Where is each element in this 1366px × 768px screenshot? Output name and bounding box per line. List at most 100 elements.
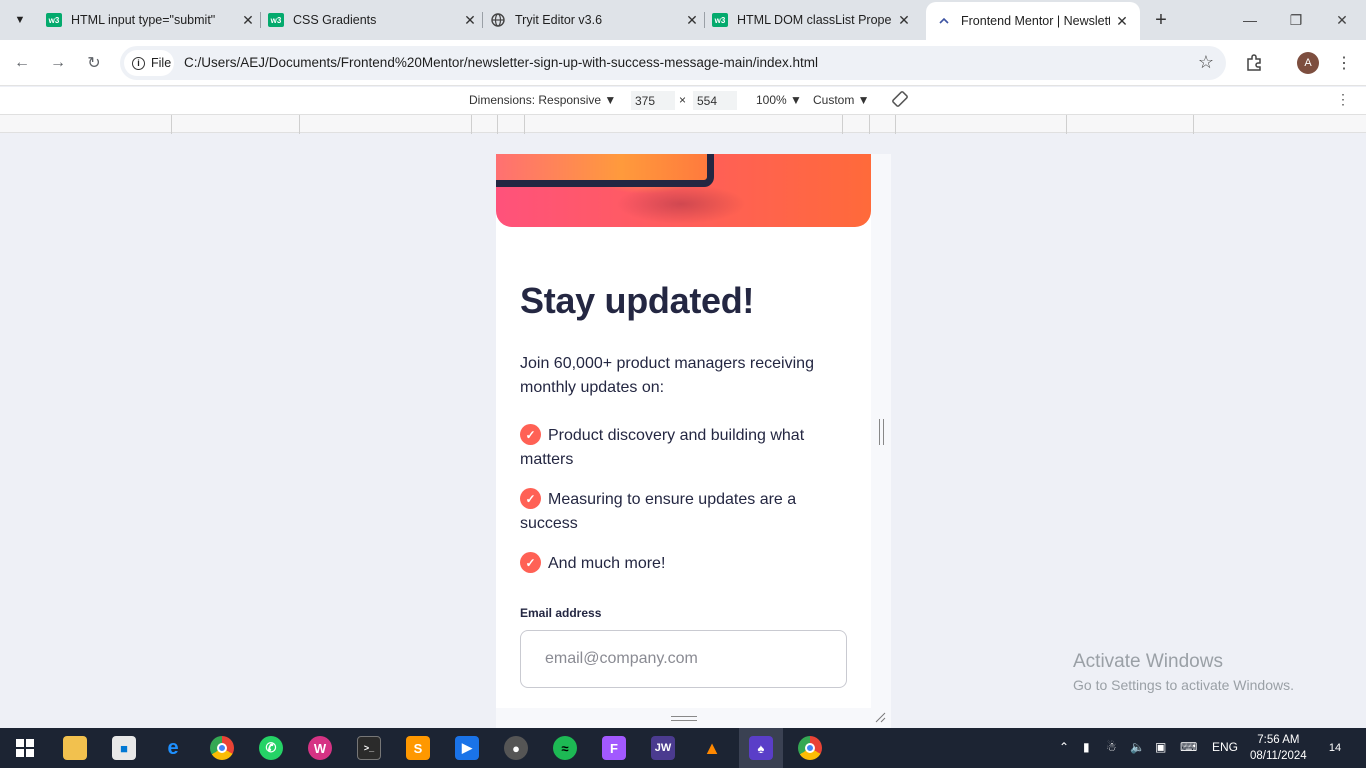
browser-menu-kebab-icon[interactable]: ⋮ (1333, 52, 1355, 74)
tab-css-gradients[interactable]: w3 CSS Gradients ✕ (268, 6, 478, 34)
notifications-icon[interactable]: 14 (1324, 738, 1346, 758)
benefits-list: ✓ Product discovery and building what ma… (520, 424, 840, 592)
show-hidden-icons-chevron-up-icon[interactable]: ⌃ (1059, 740, 1069, 754)
dimension-times: × (679, 93, 687, 107)
back-arrow-icon[interactable]: ← (11, 52, 33, 74)
email-label: Email address (520, 606, 602, 620)
hero-illustration (496, 154, 871, 227)
notification-count: 14 (1328, 742, 1342, 754)
w3schools-icon: w3 (268, 12, 284, 28)
benefit-text: Product discovery and building what matt… (520, 427, 805, 468)
tab-frontend-mentor[interactable]: Frontend Mentor | Newslette ✕ (926, 2, 1140, 40)
viewport-corner-resize-handle[interactable] (874, 711, 888, 725)
close-icon[interactable]: ✕ (896, 12, 912, 28)
music-app-icon[interactable]: ● (504, 736, 528, 760)
security-icon[interactable]: ▣ (1155, 740, 1166, 754)
tab-title: Frontend Mentor | Newslette (961, 14, 1110, 28)
spotify-icon[interactable]: ≈ (553, 736, 577, 760)
globe-icon (490, 12, 506, 28)
newsletter-page: Stay updated! Join 60,000+ product manag… (496, 154, 871, 708)
tab-html-input-submit[interactable]: w3 HTML input type="submit" ✕ (46, 6, 256, 34)
viewport-width-resize-handle[interactable] (879, 419, 884, 445)
site-info-chip[interactable]: i File (124, 50, 174, 76)
frontend-mentor-icon (936, 13, 952, 29)
tab-strip: ▼ w3 HTML input type="submit" ✕ w3 CSS G… (0, 0, 1366, 40)
tab-separator (260, 12, 261, 28)
chrome-icon[interactable] (210, 736, 234, 760)
height-input[interactable] (693, 91, 737, 110)
tab-separator (704, 12, 705, 28)
battery-icon[interactable]: ▮ (1083, 740, 1090, 754)
device-toolbar-more-icon[interactable]: ⋮ (1336, 91, 1350, 108)
list-item: ✓ Product discovery and building what ma… (520, 424, 840, 472)
close-icon[interactable]: ✕ (240, 12, 256, 28)
whatsapp-icon[interactable]: ✆ (259, 736, 283, 760)
microsoft-store-icon[interactable]: ■ (112, 736, 136, 760)
browser-toolbar: ← → ↻ i File C:/Users/AEJ/Documents/Fron… (0, 40, 1366, 86)
close-icon[interactable]: ✕ (1114, 13, 1130, 29)
check-icon: ✓ (520, 488, 541, 509)
restore-icon[interactable]: ❐ (1284, 8, 1308, 32)
viewport-height-resize-handle[interactable] (671, 716, 697, 721)
device-toolbar: Dimensions: Responsive ▼ × 100% ▼ Custom… (0, 87, 1366, 114)
benefit-text: And much more! (548, 555, 666, 572)
tab-title: Tryit Editor v3.6 (515, 13, 603, 27)
clock[interactable]: 7:56 AM 08/11/2024 (1250, 732, 1307, 764)
bookmark-star-icon[interactable]: ☆ (1198, 52, 1214, 73)
forward-arrow-icon[interactable]: → (47, 52, 69, 74)
vlc-icon[interactable]: ▲ (700, 736, 724, 760)
w3schools-icon: w3 (712, 12, 728, 28)
language-indicator[interactable]: ENG (1212, 740, 1238, 754)
window-close-icon[interactable]: ✕ (1330, 8, 1354, 32)
close-icon[interactable]: ✕ (684, 12, 700, 28)
rotate-icon[interactable] (891, 90, 909, 111)
check-icon: ✓ (520, 552, 541, 573)
benefit-text: Measuring to ensure updates are a succes… (520, 491, 797, 532)
volume-icon[interactable]: 🔈 (1130, 740, 1145, 754)
activate-windows-watermark: Activate Windows Go to Settings to activ… (1073, 651, 1294, 693)
active-app-icon[interactable]: ♠ (749, 736, 773, 760)
network-icon[interactable]: ☃ (1106, 740, 1117, 754)
list-item: ✓ And much more! (520, 552, 840, 576)
terminal-icon[interactable]: >_ (357, 736, 381, 760)
windows-taskbar: ■ e ✆ W >_ S ▶ ● ≈ F JW ▲ ♠ ⌃ ▮ ☃ 🔈 ▣ ⌨ … (0, 728, 1366, 768)
tab-separator (482, 12, 483, 28)
date-text: 08/11/2024 (1250, 750, 1307, 762)
time-text: 7:56 AM (1257, 734, 1300, 746)
profile-avatar[interactable]: A (1297, 52, 1319, 74)
watermark-subtitle: Go to Settings to activate Windows. (1073, 677, 1294, 693)
sublime-text-icon[interactable]: S (406, 736, 430, 760)
check-icon: ✓ (520, 424, 541, 445)
throttle-select[interactable]: Custom ▼ (813, 93, 870, 107)
file-explorer-icon[interactable] (63, 736, 87, 760)
url-text[interactable]: C:/Users/AEJ/Documents/Frontend%20Mentor… (184, 55, 818, 70)
edge-browser-icon[interactable]: e (161, 736, 185, 760)
file-chip-label: File (151, 56, 172, 70)
w3schools-icon: w3 (46, 12, 62, 28)
address-bar[interactable]: i File C:/Users/AEJ/Documents/Frontend%2… (120, 46, 1226, 80)
jw-library-icon[interactable]: JW (651, 736, 675, 760)
media-player-icon[interactable]: ▶ (455, 736, 479, 760)
dimensions-select[interactable]: Dimensions: Responsive ▼ (469, 93, 616, 107)
wps-office-icon[interactable]: W (308, 736, 332, 760)
tab-title: CSS Gradients (293, 13, 377, 27)
tab-html-dom-classlist[interactable]: w3 HTML DOM classList Propert ✕ (712, 6, 912, 34)
tab-title: HTML DOM classList Propert (737, 13, 892, 27)
email-field[interactable] (520, 630, 847, 688)
figma-icon[interactable]: F (602, 736, 626, 760)
page-title: Stay updated! (520, 280, 755, 321)
intro-text: Join 60,000+ product managers receiving … (520, 355, 814, 396)
width-input[interactable] (631, 91, 675, 110)
minimize-icon[interactable]: — (1238, 8, 1262, 32)
reload-icon[interactable]: ↻ (83, 52, 105, 74)
keyboard-icon[interactable]: ⌨ (1180, 740, 1197, 754)
chrome-icon[interactable] (798, 736, 822, 760)
extensions-puzzle-icon[interactable] (1243, 52, 1265, 74)
windows-start-icon[interactable] (13, 736, 37, 760)
tab-tryit-editor[interactable]: Tryit Editor v3.6 ✕ (490, 6, 700, 34)
zoom-select[interactable]: 100% ▼ (756, 93, 802, 107)
tab-search-chevron-icon[interactable]: ▼ (8, 8, 32, 32)
close-icon[interactable]: ✕ (462, 12, 478, 28)
list-item: ✓ Measuring to ensure updates are a succ… (520, 488, 840, 536)
new-tab-plus-icon[interactable]: + (1150, 9, 1172, 31)
